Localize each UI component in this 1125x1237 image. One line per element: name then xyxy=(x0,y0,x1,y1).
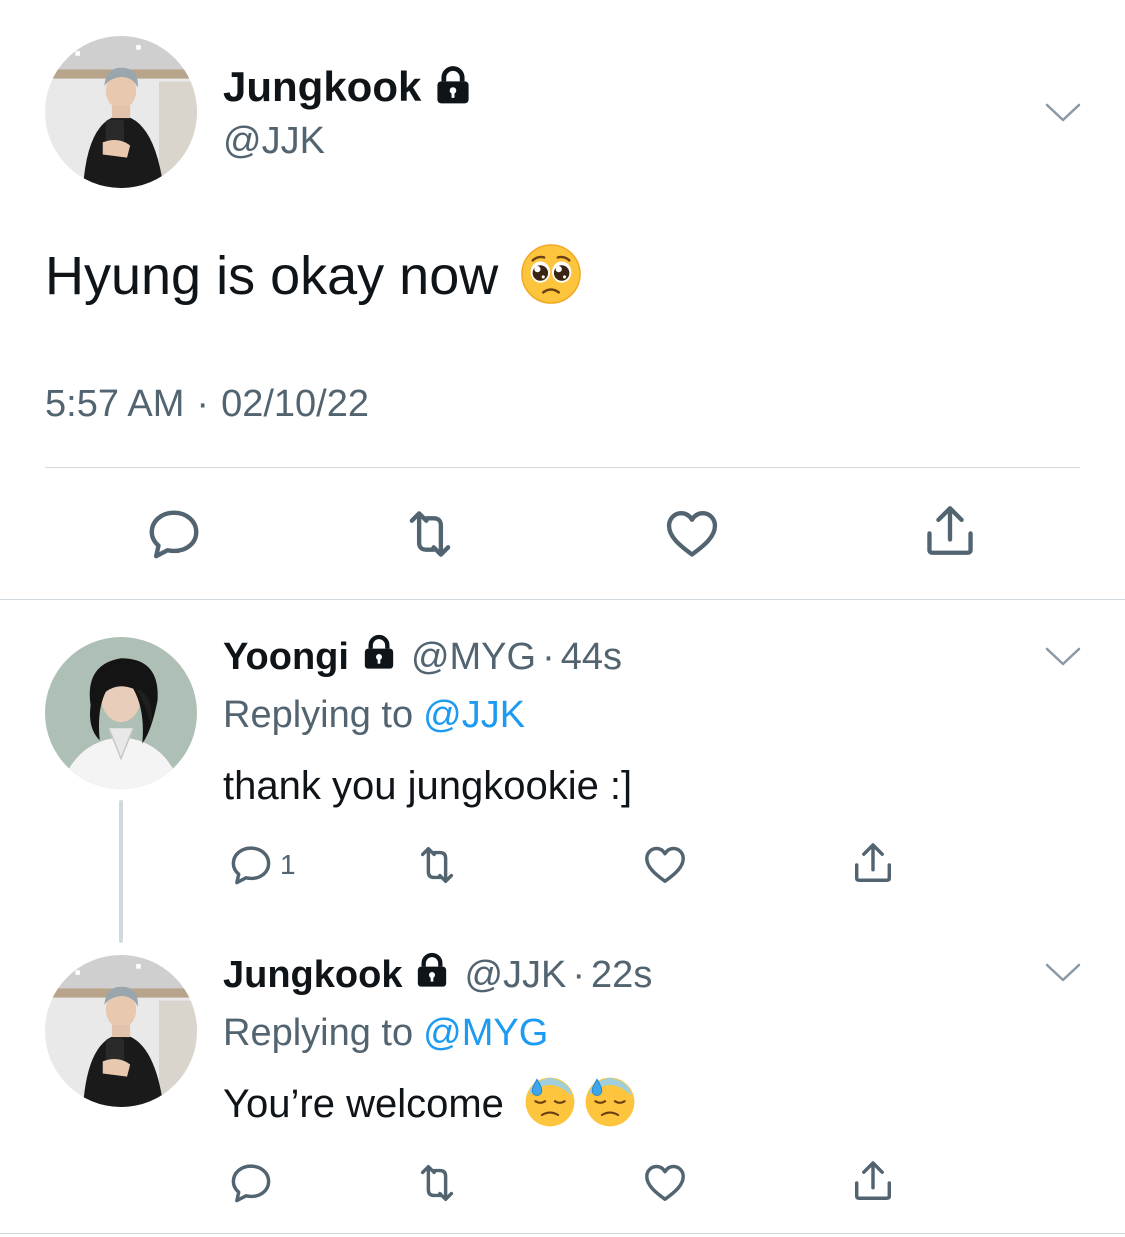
reply-icon[interactable] xyxy=(145,505,203,563)
handle[interactable]: @MYG xyxy=(411,636,536,679)
divider xyxy=(0,1233,1125,1234)
time: 5:57 AM xyxy=(45,383,185,425)
avatar[interactable] xyxy=(45,955,197,1107)
share-icon[interactable] xyxy=(921,502,979,560)
retweet-icon[interactable] xyxy=(414,842,460,888)
replying-to-label: Replying to xyxy=(223,694,414,736)
reply-icon[interactable] xyxy=(228,842,274,888)
reply-button[interactable]: 1 xyxy=(228,842,296,888)
tweet-text: Hyung is okay now xyxy=(45,246,499,306)
like-icon[interactable] xyxy=(642,842,688,888)
handle[interactable]: @JJK xyxy=(223,120,325,163)
share-icon[interactable] xyxy=(850,1158,896,1204)
lock-icon xyxy=(431,63,475,112)
share-icon[interactable] xyxy=(850,840,896,886)
timestamp[interactable]: 5:57 AM · 02/10/22 xyxy=(45,383,369,426)
avatar[interactable] xyxy=(45,36,197,188)
handle[interactable]: @JJK xyxy=(464,954,566,997)
display-name[interactable]: Jungkook xyxy=(223,63,421,111)
divider xyxy=(0,599,1125,600)
reply-count: 1 xyxy=(280,849,296,880)
replying-to-label: Replying to xyxy=(223,1012,414,1054)
retweet-icon[interactable] xyxy=(401,505,459,563)
like-icon[interactable] xyxy=(642,1160,688,1206)
timestamp[interactable]: 22s xyxy=(591,954,652,997)
tweet-text-row: Hyung is okay now xyxy=(45,245,582,307)
like-icon[interactable] xyxy=(663,505,721,563)
chevron-down-icon[interactable] xyxy=(1045,963,1081,983)
display-name[interactable]: Yoongi xyxy=(223,636,349,679)
timestamp[interactable]: 44s xyxy=(561,636,622,679)
chevron-down-icon[interactable] xyxy=(1045,647,1081,667)
author-row: Jungkook @JJK · 22s xyxy=(223,952,652,998)
divider xyxy=(45,467,1080,468)
author-row: Yoongi @MYG · 44s xyxy=(223,634,622,680)
tweet-text-row: You’re welcome xyxy=(223,1076,636,1132)
tweet-text: You’re welcome xyxy=(223,1081,504,1126)
downcast-face-with-sweat-icon xyxy=(584,1076,636,1133)
replying-to: Replying to @MYG xyxy=(223,1012,548,1055)
downcast-face-with-sweat-icon xyxy=(524,1076,576,1133)
lock-icon xyxy=(412,950,452,1000)
date: 02/10/22 xyxy=(221,383,369,425)
thread-line xyxy=(119,800,123,943)
replying-to-handle[interactable]: @JJK xyxy=(423,694,525,737)
separator: · xyxy=(542,635,555,678)
replying-to-handle[interactable]: @MYG xyxy=(423,1012,548,1055)
separator: · xyxy=(196,383,210,425)
display-name[interactable]: Jungkook xyxy=(223,954,402,997)
avatar[interactable] xyxy=(45,637,197,789)
lock-icon xyxy=(359,632,399,682)
chevron-down-icon[interactable] xyxy=(1045,103,1081,123)
separator: · xyxy=(572,953,586,996)
retweet-icon[interactable] xyxy=(414,1160,460,1206)
pleading-face-icon xyxy=(520,243,582,310)
replying-to: Replying to @JJK xyxy=(223,694,525,737)
author-row: Jungkook xyxy=(223,63,475,112)
reply-icon[interactable] xyxy=(228,1160,274,1206)
tweet-text: thank you jungkookie :] xyxy=(223,764,633,808)
